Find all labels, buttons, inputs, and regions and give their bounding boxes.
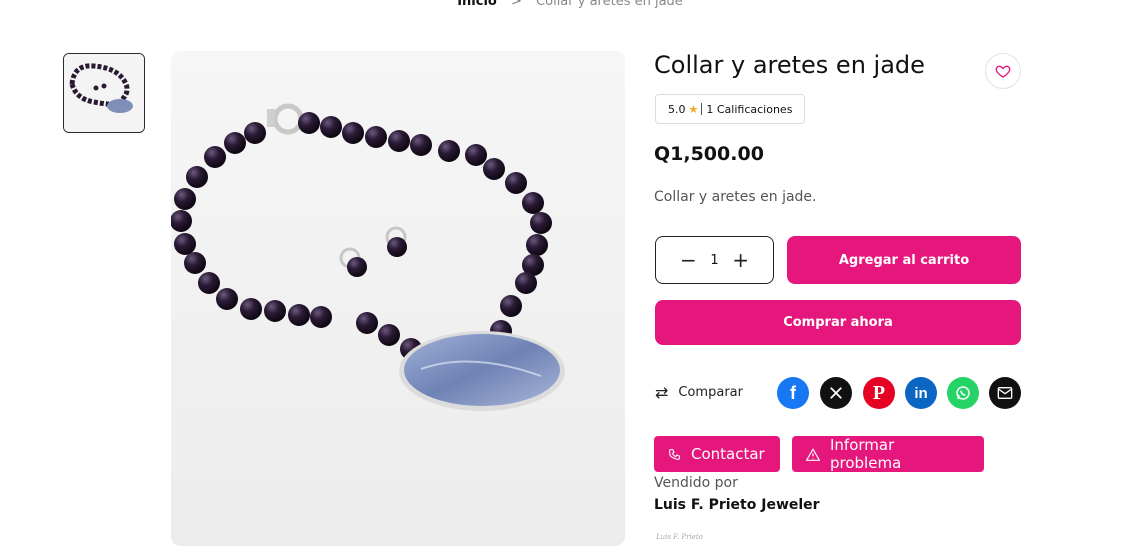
compare-arrows-icon: ⇄ xyxy=(655,383,669,402)
facebook-share-button[interactable]: f xyxy=(777,377,809,409)
breadcrumb-home-link[interactable]: Inicio xyxy=(457,0,497,9)
pinterest-icon: P xyxy=(872,381,886,404)
product-title: Collar y aretes en jade xyxy=(654,51,925,79)
phone-icon xyxy=(668,448,681,461)
email-share-button[interactable] xyxy=(989,377,1021,409)
rating-divider xyxy=(701,103,703,115)
seller-name[interactable]: Luis F. Prieto Jeweler xyxy=(654,497,820,513)
quantity-decrease-button[interactable]: − xyxy=(680,250,697,270)
email-icon xyxy=(997,387,1013,399)
seller-logo[interactable]: Luis F. Prieto xyxy=(656,533,703,541)
report-problem-label: Informar problema xyxy=(830,436,902,472)
product-description: Collar y aretes en jade. xyxy=(654,189,817,205)
x-share-button[interactable] xyxy=(820,377,852,409)
heart-icon xyxy=(995,65,1011,78)
rating-value: 5.0 xyxy=(668,102,686,116)
quantity-value[interactable]: 1 xyxy=(710,253,718,268)
thumbnail-image xyxy=(64,54,144,132)
facebook-icon: f xyxy=(790,382,796,403)
whatsapp-icon xyxy=(956,386,970,400)
breadcrumb-separator: > xyxy=(511,0,522,9)
rating-badge: 5.0 ★ 1 Calificaciones xyxy=(655,94,806,124)
linkedin-icon: in xyxy=(914,384,928,402)
add-to-cart-button[interactable]: Agregar al carrito xyxy=(787,236,1021,284)
contact-button[interactable]: Contactar xyxy=(654,436,780,472)
compare-label: Comparar xyxy=(678,385,743,400)
warning-icon xyxy=(806,447,820,461)
whatsapp-share-button[interactable] xyxy=(947,377,979,409)
quantity-stepper: − 1 + xyxy=(655,236,774,284)
breadcrumb-current: Collar y aretes en jade xyxy=(536,0,683,9)
product-price: Q1,500.00 xyxy=(654,143,764,165)
breadcrumb: Inicio > Collar y aretes en jade xyxy=(0,0,1140,9)
sold-by-label: Vendido por xyxy=(654,475,738,491)
report-problem-button[interactable]: Informar problema xyxy=(792,436,984,472)
x-icon xyxy=(830,387,842,399)
necklace-image xyxy=(171,51,625,546)
linkedin-share-button[interactable]: in xyxy=(905,377,937,409)
star-icon: ★ xyxy=(688,102,699,116)
compare-button[interactable]: ⇄ Comparar xyxy=(655,383,743,402)
rating-count: 1 Calificaciones xyxy=(706,102,793,116)
buy-now-button[interactable]: Comprar ahora xyxy=(655,300,1021,345)
wishlist-button[interactable] xyxy=(985,53,1021,89)
quantity-increase-button[interactable]: + xyxy=(732,250,749,270)
product-thumbnail[interactable] xyxy=(63,53,145,133)
pinterest-share-button[interactable]: P xyxy=(863,377,895,409)
product-main-image[interactable] xyxy=(171,51,625,546)
contact-label: Contactar xyxy=(691,445,765,463)
